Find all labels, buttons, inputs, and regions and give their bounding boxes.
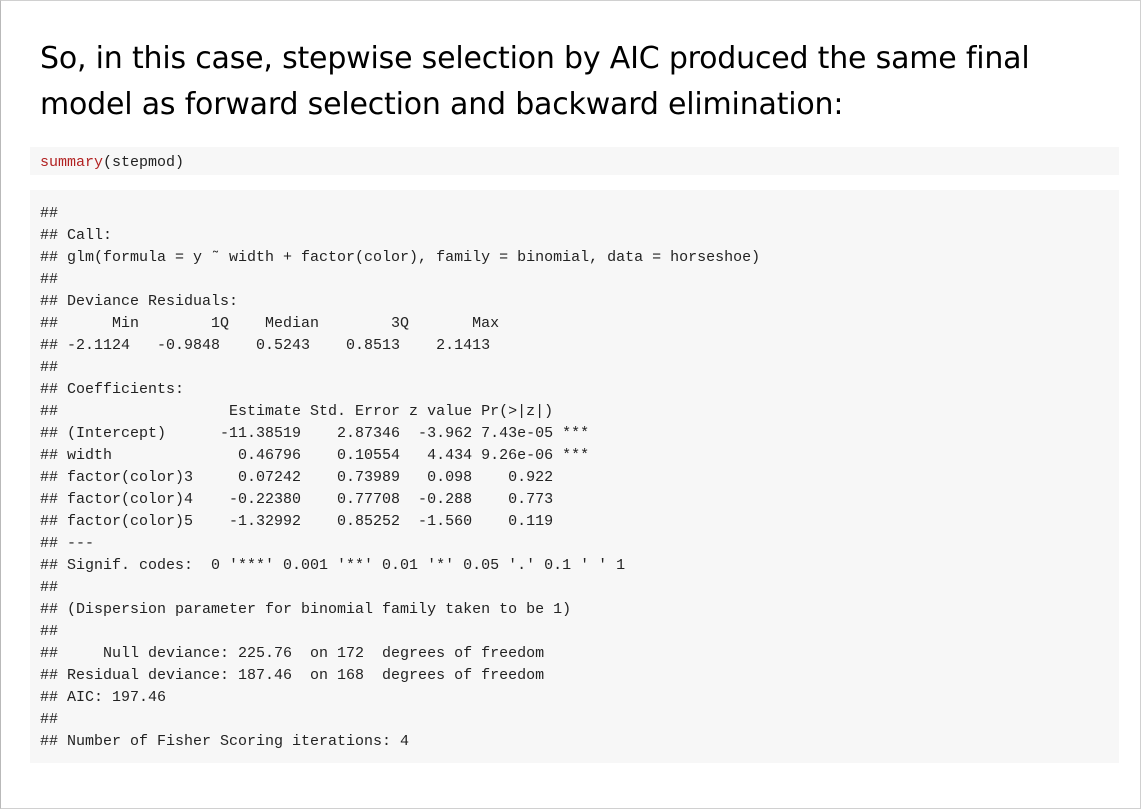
code-input: summary(stepmod) — [40, 153, 184, 173]
output-line: ## (Intercept) -11.38519 2.87346 -3.962 … — [40, 425, 590, 442]
output-line: ## Null deviance: 225.76 on 172 degrees … — [40, 645, 545, 662]
output-line: ## Deviance Residuals: — [40, 293, 239, 310]
slide-heading: So, in this case, stepwise selection by … — [40, 41, 1030, 122]
output-line: ## Coefficients: — [40, 381, 185, 398]
code-function: summary — [40, 154, 104, 171]
output-line: ## width 0.46796 0.10554 4.434 9.26e-06 … — [40, 447, 590, 464]
output-line: ## AIC: 197.46 — [40, 689, 167, 706]
output-line: ## factor(color)5 -1.32992 0.85252 -1.56… — [40, 513, 554, 530]
output-line: ## Estimate Std. Error z value Pr(>|z|) — [40, 403, 554, 420]
output-line: ## — [40, 579, 59, 596]
r-output: ## ## Call: ## glm(formula = y ˜ width + f… — [40, 203, 760, 753]
output-line: ## Min 1Q Median 3Q Max — [40, 315, 500, 332]
output-line: ## Call: — [40, 227, 113, 244]
output-line: ## -2.1124 -0.9848 0.5243 0.8513 2.1413 — [40, 337, 491, 354]
output-line: ## — [40, 623, 59, 640]
output-line: ## --- — [40, 535, 95, 552]
output-line: ## — [40, 271, 59, 288]
output-line: ## Residual deviance: 187.46 on 168 degr… — [40, 667, 545, 684]
output-line: ## — [40, 205, 59, 222]
output-line: ## factor(color)3 0.07242 0.73989 0.098 … — [40, 469, 554, 486]
output-line: ## Signif. codes: 0 '***' 0.001 '**' 0.0… — [40, 557, 626, 574]
code-chunk — [30, 147, 1119, 175]
output-line: ## — [40, 711, 59, 728]
output-line: ## (Dispersion parameter for binomial fa… — [40, 601, 572, 618]
output-line: ## factor(color)4 -0.22380 0.77708 -0.28… — [40, 491, 554, 508]
output-line: ## glm(formula = y ˜ width + factor(colo… — [40, 249, 761, 266]
code-args: (stepmod) — [103, 154, 185, 171]
output-line: ## Number of Fisher Scoring iterations: … — [40, 733, 410, 750]
output-line: ## — [40, 359, 59, 376]
